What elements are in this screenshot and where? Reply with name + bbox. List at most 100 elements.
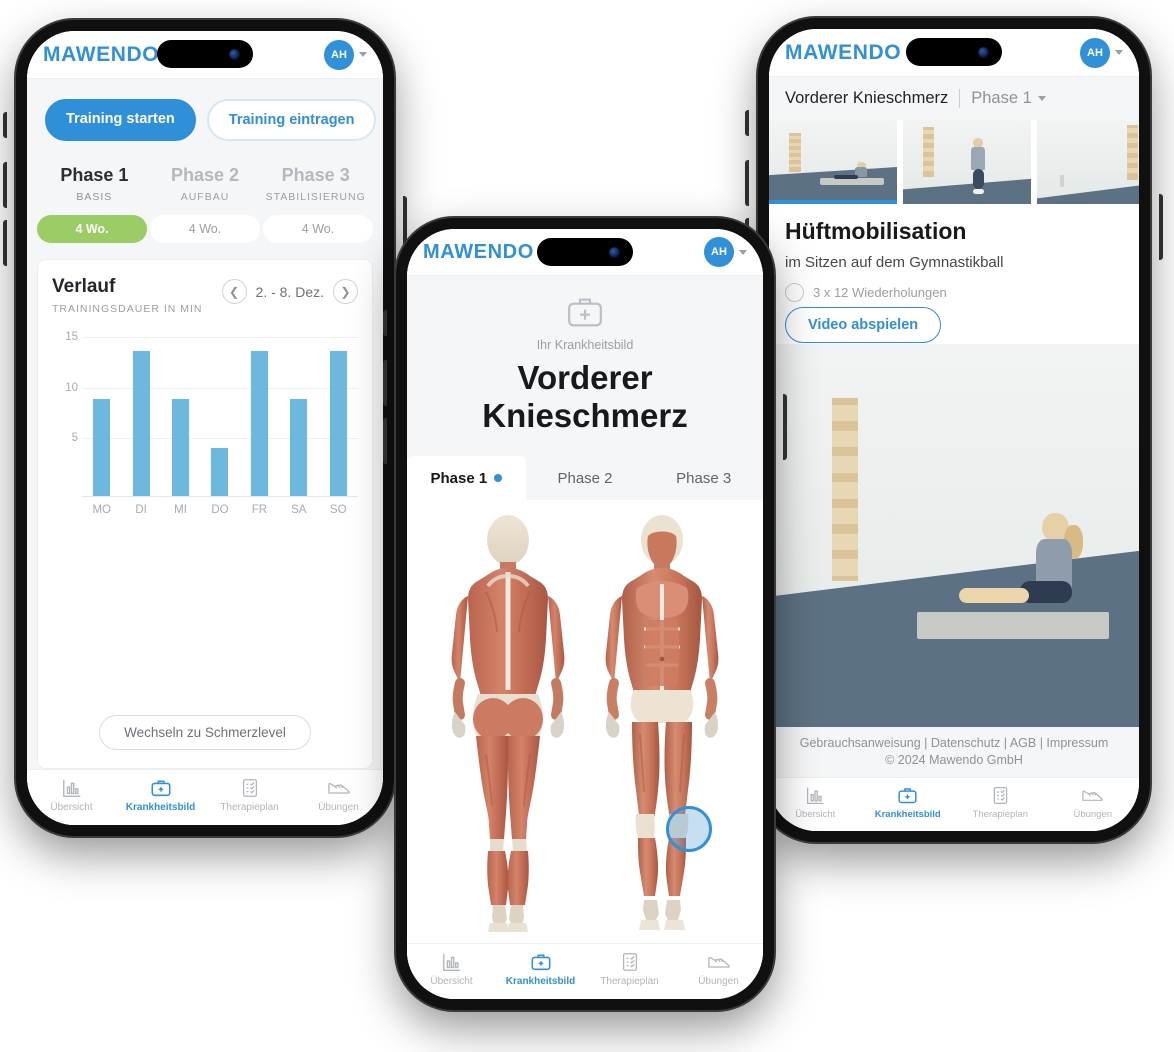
nav-label: Krankheitsbild xyxy=(505,976,576,987)
log-training-button[interactable]: Training eintragen xyxy=(206,99,377,141)
nav-label: Therapieplan xyxy=(600,976,659,987)
nav-item-therapieplan[interactable]: Therapieplan xyxy=(205,777,294,813)
chart-plot: 15 10 5 xyxy=(65,331,358,497)
progress-card-header: Verlauf TRAININGSDAUER IN MIN ❮ 2. - 8. … xyxy=(52,276,358,315)
phase-2-weeks-pill[interactable]: 4 Wo. xyxy=(150,215,260,243)
tab-label: Phase 3 xyxy=(676,469,732,487)
bar-chart-icon xyxy=(805,785,826,806)
account-menu[interactable]: AH xyxy=(324,39,367,70)
phone3-volume-up-button xyxy=(745,160,749,206)
y-tick-15: 15 xyxy=(65,331,78,343)
start-training-button[interactable]: Training starten xyxy=(45,99,196,141)
thumbnail-1[interactable] xyxy=(769,120,897,204)
bar-mi xyxy=(172,399,190,496)
medical-bag-icon xyxy=(150,777,172,799)
hero-kicker: Ihr Krankheitsbild xyxy=(536,338,634,352)
condition-hero: Ihr Krankheitsbild Vorderer Knieschmerz xyxy=(407,276,763,456)
account-menu[interactable]: AH xyxy=(1080,37,1123,68)
avatar[interactable]: AH xyxy=(1080,37,1110,68)
breadcrumb-condition[interactable]: Vorderer Knieschmerz xyxy=(785,89,948,108)
phone1-silent-switch xyxy=(3,112,7,138)
tab-phase-1[interactable]: Phase 1 xyxy=(407,455,526,500)
chevron-left-icon[interactable]: ❮ xyxy=(221,279,247,304)
anatomy-figure-front xyxy=(592,514,732,943)
nav-label: Übungen xyxy=(698,976,739,987)
phase-3-weeks-pill[interactable]: 4 Wo. xyxy=(263,215,373,243)
phase-header-1[interactable]: Phase 1 BASIS xyxy=(39,165,150,203)
switch-to-pain-level-button[interactable]: Wechseln zu Schmerzlevel xyxy=(99,715,311,750)
app-logo: MAWENDO xyxy=(423,240,534,263)
avatar[interactable]: AH xyxy=(324,39,354,70)
footer-links[interactable]: Gebrauchsanweisung | Datenschutz | AGB |… xyxy=(775,736,1133,750)
x-label: FR xyxy=(251,504,268,516)
anatomy-viewer[interactable] xyxy=(407,499,763,943)
running-shoe-icon xyxy=(1081,785,1104,806)
nav-item-therapieplan[interactable]: Therapieplan xyxy=(585,951,674,987)
knie-markierung-icon[interactable] xyxy=(666,805,712,852)
exercise-video-still[interactable] xyxy=(769,344,1139,727)
nav-item-uebersicht[interactable]: Übersicht xyxy=(27,777,116,813)
bar-mo xyxy=(93,399,111,496)
bar-do xyxy=(211,447,229,496)
phase-1-weeks-pill[interactable]: 4 Wo. xyxy=(37,215,147,243)
nav-item-uebersicht[interactable]: Übersicht xyxy=(407,951,496,987)
thumbnail-2[interactable] xyxy=(903,120,1031,204)
phase-title: Phase 1 xyxy=(60,165,129,185)
phone3-power-button xyxy=(1159,194,1163,260)
repetitions-label: 3 x 12 Wiederholungen xyxy=(813,285,947,300)
phone-mockup-condition: MAWENDO AH Ihr Krankheitsbild Vorderer K… xyxy=(383,218,787,1010)
bar-fr xyxy=(250,350,268,496)
phase-tabs: Phase 1 Phase 2 Phase 3 xyxy=(407,455,763,500)
nav-item-therapieplan[interactable]: Therapieplan xyxy=(954,785,1047,820)
tab-phase-3[interactable]: Phase 3 xyxy=(644,456,763,500)
hero-title-line2: Knieschmerz xyxy=(482,397,688,435)
hero-title-line1: Vorderer xyxy=(517,359,653,396)
thumbnail-3[interactable] xyxy=(1037,120,1139,204)
chart-bars xyxy=(82,337,358,496)
nav-label: Therapieplan xyxy=(220,802,279,813)
play-video-button[interactable]: Video abspielen xyxy=(785,307,942,343)
bar-sa xyxy=(290,399,308,496)
x-label: DO xyxy=(211,504,229,516)
nav-item-uebungen[interactable]: Übungen xyxy=(674,951,763,987)
nav-item-uebersicht[interactable]: Übersicht xyxy=(769,785,862,820)
exercise-reps: 3 x 12 Wiederholungen xyxy=(785,283,1123,302)
x-label: SA xyxy=(291,504,307,516)
phase-subtitle: STABILISIERUNG xyxy=(265,191,366,203)
avatar[interactable]: AH xyxy=(704,237,734,267)
tab-phase-2[interactable]: Phase 2 xyxy=(526,456,645,500)
footer-copyright: © 2024 Mawendo GmbH xyxy=(885,753,1023,767)
date-range-label: 2. - 8. Dez. xyxy=(255,283,324,300)
nav-item-uebungen[interactable]: Übungen xyxy=(294,777,383,813)
nav-label: Krankheitsbild xyxy=(874,809,941,820)
x-label: SO xyxy=(329,504,347,516)
phone-mockup-overview: MAWENDO AH Training starten Training ein… xyxy=(3,20,407,836)
phase-header-3[interactable]: Phase 3 STABILISIERUNG xyxy=(260,165,371,203)
chevron-down-icon xyxy=(1037,96,1046,101)
exercise-thumbnail-strip[interactable] xyxy=(769,120,1139,204)
chart-axis-caption: TRAININGSDAUER IN MIN xyxy=(52,303,203,315)
nav-label: Krankheitsbild xyxy=(125,802,196,813)
dynamic-island xyxy=(906,38,1002,66)
phone2-volume-up-button xyxy=(383,360,387,406)
chevron-right-icon[interactable]: ❯ xyxy=(333,279,358,304)
nav-item-krankheitsbild[interactable]: Krankheitsbild xyxy=(862,785,955,820)
medical-bag-icon xyxy=(417,292,753,332)
nav-item-krankheitsbild[interactable]: Krankheitsbild xyxy=(496,951,585,987)
phone2-volume-down-button xyxy=(383,418,387,464)
bar-chart-icon xyxy=(441,951,463,973)
nav-item-uebungen[interactable]: Übungen xyxy=(1047,785,1140,820)
nav-label: Übungen xyxy=(318,802,359,813)
nav-item-krankheitsbild[interactable]: Krankheitsbild xyxy=(116,777,205,813)
bottom-navigation: Übersicht Krankheitsbild Therapieplan Üb… xyxy=(27,769,383,825)
exercise-info: Hüftmobilisation im Sitzen auf dem Gymna… xyxy=(769,204,1139,344)
nav-label: Übersicht xyxy=(50,802,93,813)
phase-header-2[interactable]: Phase 2 AUFBAU xyxy=(150,165,261,203)
breadcrumb-phase-selector[interactable]: Phase 1 xyxy=(971,89,1046,108)
phone1-screen: MAWENDO AH Training starten Training ein… xyxy=(27,31,383,825)
dynamic-island xyxy=(537,238,633,266)
phase-subtitle: AUFBAU xyxy=(180,191,230,203)
video-button-wrap: Video abspielen xyxy=(785,307,1123,343)
x-label: DI xyxy=(135,504,147,516)
account-menu[interactable]: AH xyxy=(704,237,747,267)
